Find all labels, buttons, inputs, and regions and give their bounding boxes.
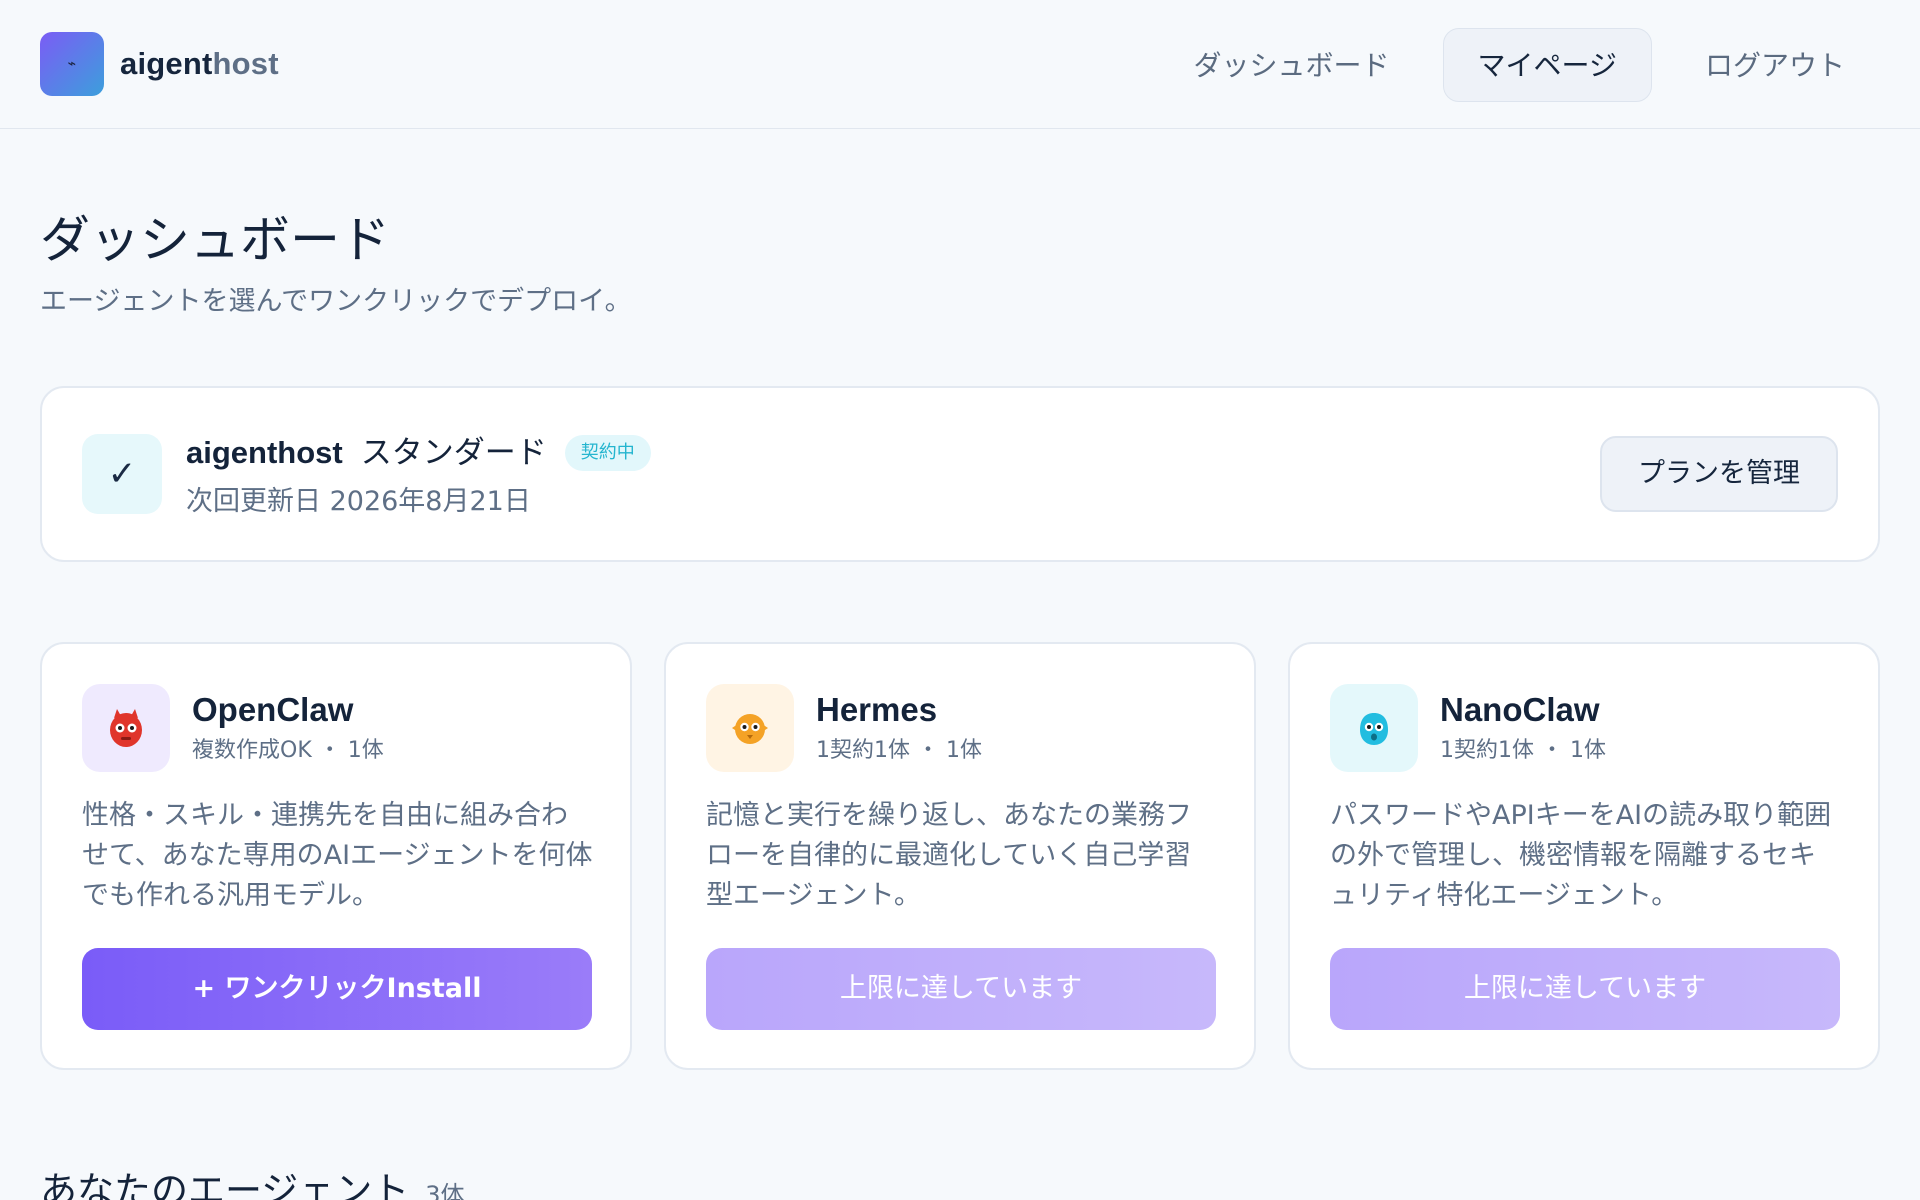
plan-name: aigenthost スタンダード 契約中 <box>186 432 651 474</box>
plan-card: ✓ aigenthost スタンダード 契約中 次回更新日 2026年8月21日 … <box>40 386 1880 562</box>
manage-plan-button[interactable]: プランを管理 <box>1600 436 1838 512</box>
your-agents-title: あなたのエージェント <box>40 1169 410 1200</box>
agent-description: 記憶と実行を繰り返し、あなたの業務フローを自律的に最適化していく自己学習型エージ… <box>706 800 1192 911</box>
nav-dashboard[interactable]: ダッシュボード <box>1159 28 1425 102</box>
nav-mypage[interactable]: マイページ <box>1442 28 1652 102</box>
agent-meta: 複数作成OK ・ 1体 <box>192 738 384 763</box>
agent-card-nanoclaw: NanoClaw 1契約1体 ・ 1体 パスワードやAPIキーをAIの読み取り範… <box>1288 642 1880 1070</box>
agent-card-hermes: Hermes 1契約1体 ・ 1体 記憶と実行を繰り返し、あなたの業務フローを自… <box>664 642 1256 1070</box>
page-title: ダッシュボード <box>40 211 390 269</box>
top-nav: ダッシュボード マイページ ログアウト <box>1159 28 1880 102</box>
limit-reached-button[interactable]: 上限に達しています <box>706 948 1216 1030</box>
agent-name: OpenClaw <box>192 691 354 728</box>
red-monster-icon <box>82 684 170 772</box>
limit-reached-button[interactable]: 上限に達しています <box>1330 948 1840 1030</box>
nav-logout[interactable]: ログアウト <box>1670 28 1880 102</box>
agent-card-openclaw: OpenClaw 複数作成OK ・ 1体 性格・スキル・連携先を自由に組み合わせ… <box>40 642 632 1070</box>
page-subtitle: エージェントを選んでワンクリックでデプロイ。 <box>40 286 632 317</box>
brand-name[interactable]: aigenthost <box>120 44 279 84</box>
brand-name-part2: host <box>212 46 279 81</box>
plan-brand: aigenthost <box>186 435 343 470</box>
brand-name-part1: aigent <box>120 46 213 81</box>
agent-description: パスワードやAPIキーをAIの読み取り範囲の外で管理し、機密情報を隔離するセキュ… <box>1330 800 1832 911</box>
agent-name: Hermes <box>816 691 938 728</box>
check-icon: ✓ <box>82 434 162 514</box>
next-renewal-date: 次回更新日 2026年8月21日 <box>186 486 531 517</box>
top-header: ⌁ aigenthost ダッシュボード マイページ ログアウト <box>0 0 1920 129</box>
plan-tier: スタンダード <box>360 435 547 471</box>
cyan-ghost-icon <box>1330 684 1418 772</box>
your-agents-count: 3体 <box>425 1181 465 1200</box>
brand-logo-icon[interactable]: ⌁ <box>40 32 104 96</box>
agent-description: 性格・スキル・連携先を自由に組み合わせて、あなた専用のAIエージェントを何体でも… <box>82 800 593 911</box>
status-badge: 契約中 <box>564 435 651 471</box>
your-agents-heading: あなたのエージェント 3体 <box>40 1166 465 1200</box>
one-click-install-button[interactable]: + ワンクリックInstall <box>82 948 592 1030</box>
agent-meta: 1契約1体 ・ 1体 <box>1440 738 1606 763</box>
agent-meta: 1契約1体 ・ 1体 <box>816 738 982 763</box>
agent-name: NanoClaw <box>1440 691 1600 728</box>
orange-bird-icon <box>706 684 794 772</box>
